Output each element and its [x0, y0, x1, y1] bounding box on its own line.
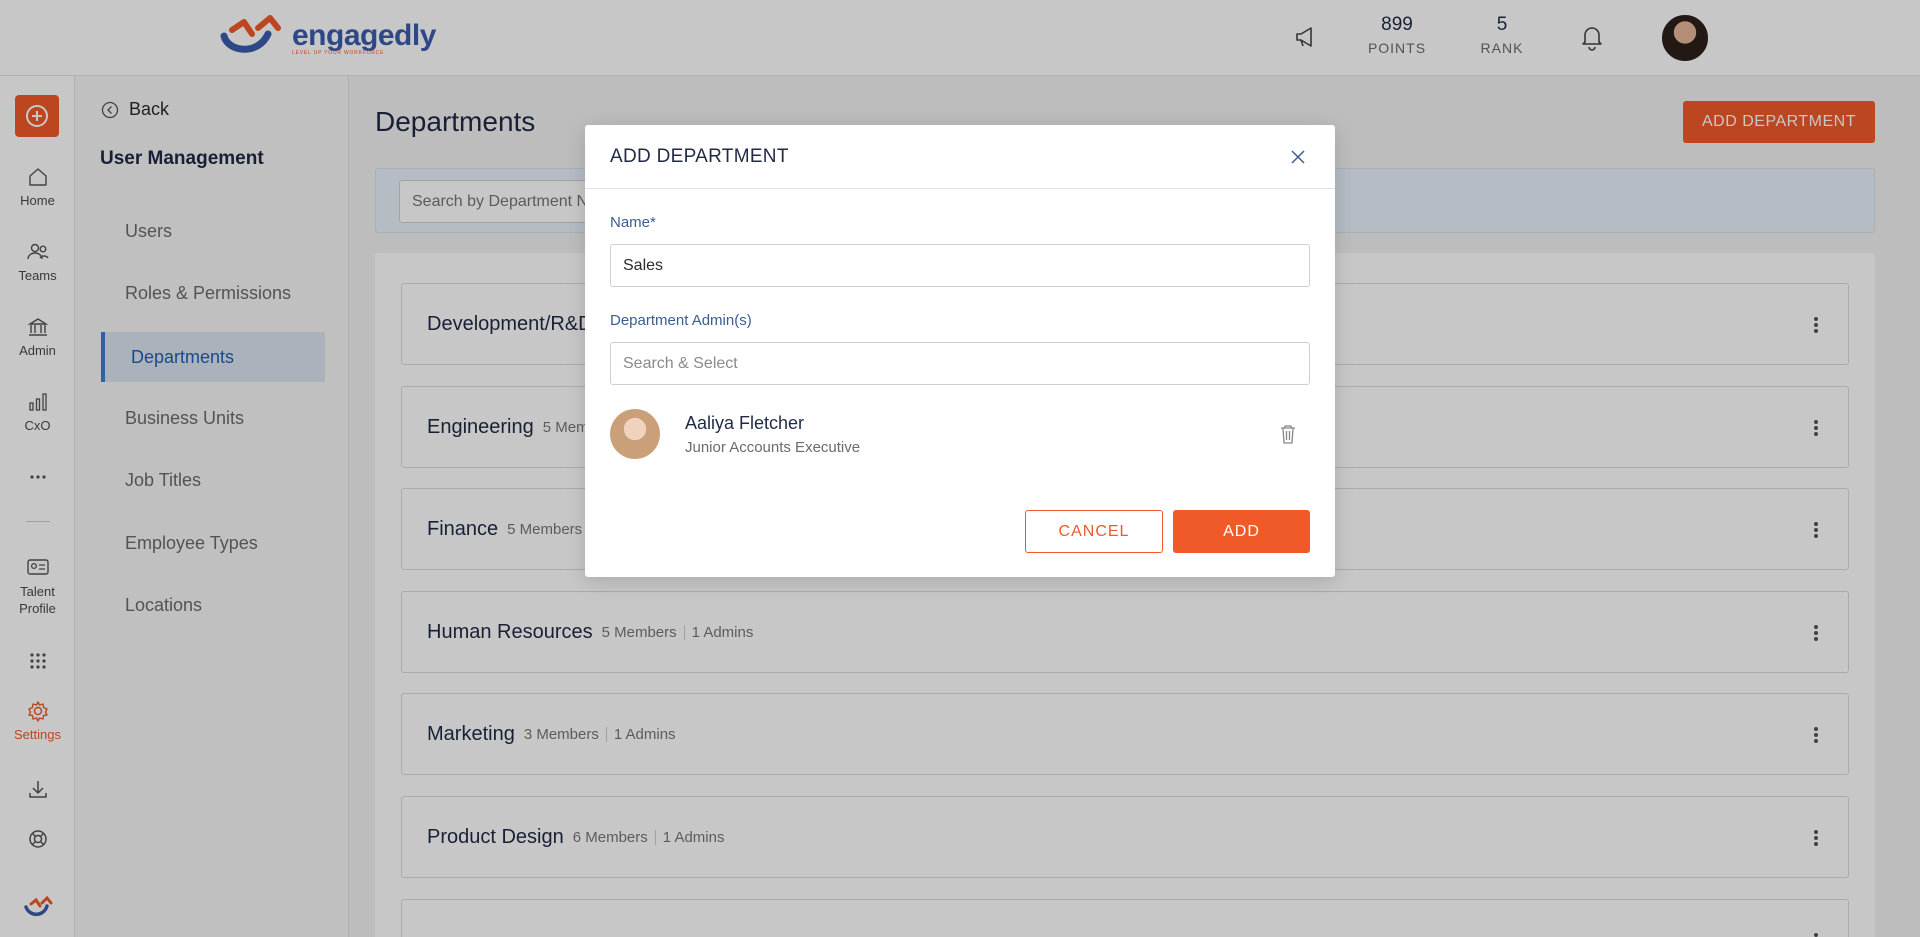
modal-header: ADD DEPARTMENT [585, 125, 1335, 189]
admin-role: Junior Accounts Executive [685, 439, 861, 456]
department-name-input[interactable] [610, 244, 1310, 287]
close-icon[interactable] [1286, 145, 1310, 169]
admin-name: Aaliya Fletcher [685, 413, 805, 433]
add-department-modal: ADD DEPARTMENT Name* Department Admin(s)… [585, 125, 1335, 577]
admin-search-select[interactable] [610, 342, 1310, 385]
modal-title: ADD DEPARTMENT [610, 145, 789, 167]
cancel-button[interactable]: CANCEL [1025, 510, 1163, 553]
trash-icon[interactable] [1278, 423, 1298, 445]
admins-field-label: Department Admin(s) [610, 312, 752, 329]
add-button[interactable]: ADD [1173, 510, 1310, 553]
admin-avatar [610, 409, 660, 459]
selected-admin-row: Aaliya Fletcher Junior Accounts Executiv… [610, 409, 1310, 461]
name-field-label: Name* [610, 214, 656, 231]
